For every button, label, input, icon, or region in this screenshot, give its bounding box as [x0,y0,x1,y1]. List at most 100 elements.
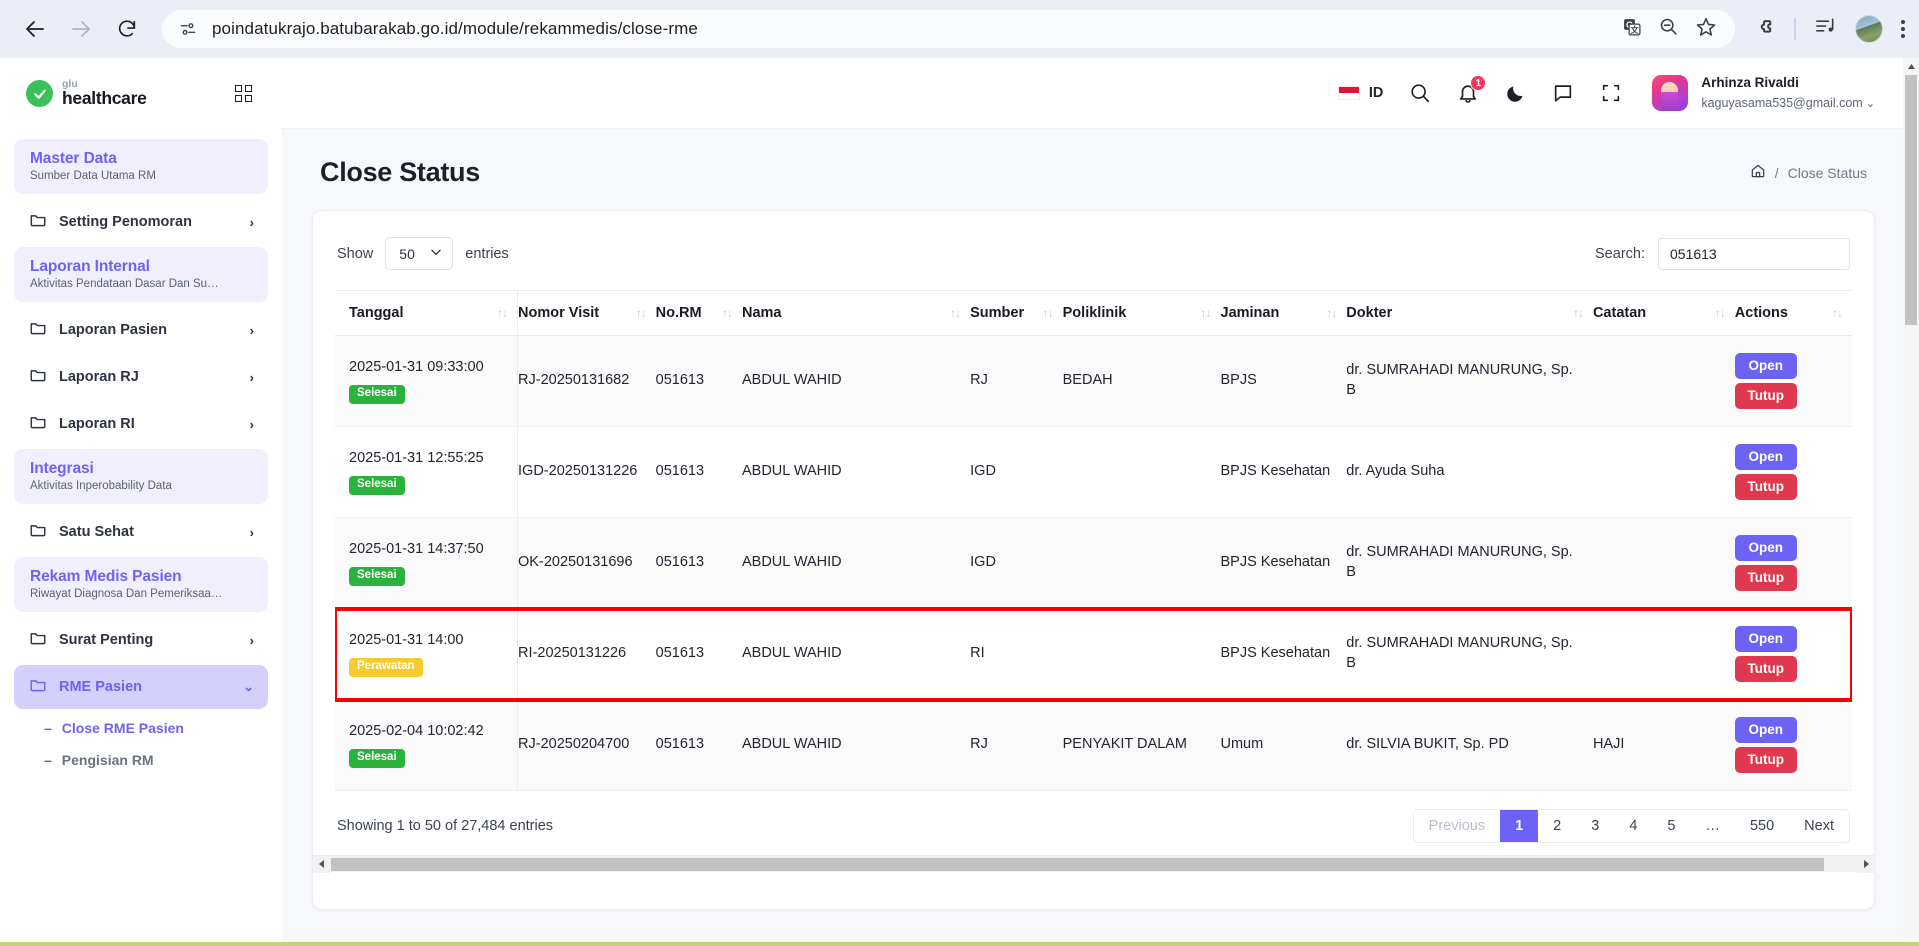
moon-icon[interactable] [1505,83,1526,104]
logo[interactable]: glu healthcare [26,79,147,109]
open-button[interactable]: Open [1734,444,1797,470]
search-input[interactable] [1658,237,1850,270]
grid-apps-icon[interactable] [235,85,252,102]
sidebar-item-laporan-ri[interactable]: Laporan RI › [14,402,268,446]
column-header-dokter[interactable]: Dokter ↑↓ [1346,290,1593,336]
app-header: ID 1 Arhinza Rivaldi kaguyasama535@gmail… [282,58,1919,129]
open-button[interactable]: Open [1734,353,1797,379]
sidebar-subitem-label: Close RME Pasien [61,720,184,736]
tutup-button[interactable]: Tutup [1734,474,1797,500]
cell-nama: ABDUL WAHID [741,699,971,791]
column-header-catatan[interactable]: Catatan ↑↓ [1592,290,1735,336]
page-scrollbar-thumb[interactable] [1905,75,1917,325]
table-row[interactable]: 2025-01-31 14:00 Perawatan RI-20250131226 0… [335,606,1852,702]
pagination-page-550[interactable]: 550 [1734,810,1790,842]
column-header-nama[interactable]: Nama ↑↓ [741,290,971,336]
zoom-out-icon[interactable] [1658,16,1679,42]
tutup-button[interactable]: Tutup [1734,747,1797,773]
table-row[interactable]: 2025-02-04 10:02:42 Selesai RJ-20250204700… [335,699,1852,791]
column-header-sumber[interactable]: Sumber ↑↓ [970,290,1063,336]
pagination-page-1[interactable]: 1 [1500,810,1539,842]
tutup-button[interactable]: Tutup [1734,565,1797,591]
sidebar-item-satu-sehat[interactable]: Satu Sehat › [14,510,268,554]
jaminan-text: BPJS Kesehatan [1220,645,1331,662]
content-area: ID 1 Arhinza Rivaldi kaguyasama535@gmail… [282,58,1919,946]
breadcrumb-separator: / [1774,164,1779,181]
sidebar-item-laporan-pasien[interactable]: Laporan Pasien › [14,308,268,352]
table-toolbar: Show 50 entries Search: [335,233,1852,290]
cell-catatan [1592,335,1735,427]
pagination-previous[interactable]: Previous [1413,810,1501,842]
chrome-profile-avatar[interactable] [1855,15,1883,43]
column-header-poliklinik[interactable]: Poliklinik ↑↓ [1062,290,1221,336]
tutup-button[interactable]: Tutup [1734,656,1797,682]
site-info-icon[interactable] [178,19,198,39]
reload-button[interactable] [106,8,148,50]
kebab-menu-icon[interactable] [1901,20,1905,38]
scrollbar-thumb[interactable] [331,857,1824,871]
sidebar-item-surat-penting[interactable]: Surat Penting › [14,618,268,662]
pagination-page-4[interactable]: 4 [1614,810,1653,842]
sidebar-item-label: RME Pasien [59,679,142,695]
translate-icon[interactable]: G文 [1622,17,1642,42]
nomor-visit-text: RJ-20250204700 [518,736,630,753]
scroll-left-arrow[interactable] [313,855,330,873]
back-button[interactable] [14,8,56,50]
table-row[interactable]: 2025-01-31 09:33:00 Selesai RJ-20250131682… [335,335,1852,427]
cell-nama: ABDUL WAHID [741,608,971,700]
page-scrollbar[interactable] [1903,58,1919,946]
pagination-next[interactable]: Next [1789,810,1849,842]
horizontal-scrollbar[interactable] [313,855,1874,873]
media-playlist-icon[interactable] [1814,15,1837,43]
showing-entries-text: Showing 1 to 50 of 27,484 entries [337,818,554,834]
open-button[interactable]: Open [1734,535,1797,561]
pagination-page-…[interactable]: … [1690,810,1735,842]
sort-icon: ↑↓ [1832,306,1843,320]
chrome-right-actions [1747,15,1905,43]
cell-sumber: IGD [970,517,1063,609]
pagination-page-2[interactable]: 2 [1538,810,1577,842]
pagination-page-5[interactable]: 5 [1652,810,1691,842]
tanggal-text: 2025-01-31 14:00 [349,632,464,649]
language-code: ID [1368,85,1384,101]
scroll-up-arrow[interactable] [1903,58,1919,74]
tutup-button[interactable]: Tutup [1734,383,1797,409]
forward-button[interactable] [60,8,102,50]
bell-icon[interactable]: 1 [1457,75,1487,104]
home-icon[interactable] [1750,163,1766,182]
cell-tanggal: 2025-01-31 14:37:50 Selesai [335,517,519,609]
language-switcher[interactable]: ID [1337,85,1384,101]
column-header-tanggal[interactable]: Tanggal ↑↓ [335,290,519,336]
table-row[interactable]: 2025-01-31 12:55:25 Selesai IGD-2025013122… [335,426,1852,518]
open-button[interactable]: Open [1734,717,1797,743]
cell-poliklinik [1062,517,1221,609]
column-header-no-rm[interactable]: No.RM ↑↓ [655,290,742,336]
chevron-down-icon [429,245,443,262]
puzzle-icon[interactable] [1753,15,1776,43]
dokter-text: dr. SUMRAHADI MANURUNG, Sp. B [1346,544,1573,580]
star-icon[interactable] [1695,16,1717,43]
search-icon[interactable] [1409,82,1431,104]
sidebar-item-close-rme-pasien[interactable]: – Close RME Pasien [14,712,268,744]
column-header-actions[interactable]: Actions ↑↓ [1734,290,1852,336]
open-button[interactable]: Open [1734,626,1797,652]
sidebar-item-setting-penomoran[interactable]: Setting Penomoran › [14,200,268,244]
pagination-page-3[interactable]: 3 [1576,810,1615,842]
column-header-nomor-visit[interactable]: Nomor Visit ↑↓ [517,290,656,336]
address-bar[interactable]: poindatukrajo.batubarakab.go.id/module/r… [162,10,1735,48]
table-row[interactable]: 2025-01-31 14:37:50 Selesai OK-20250131696… [335,517,1852,609]
sidebar-item-pengisian-rm[interactable]: – Pengisian RM [14,744,268,776]
sidebar-item-rme-pasien[interactable]: RME Pasien ⌄ [14,665,268,709]
sort-icon: ↑↓ [1042,306,1054,320]
fullscreen-icon[interactable] [1600,82,1622,104]
nama-text: ABDUL WAHID [741,554,842,571]
chat-bubble-icon[interactable] [1552,82,1574,104]
sort-icon: ↑↓ [1326,306,1337,320]
column-header-jaminan[interactable]: Jaminan ↑↓ [1220,290,1347,336]
sort-icon: ↑↓ [950,306,961,320]
sidebar-item-laporan-rj[interactable]: Laporan RJ › [14,355,268,399]
user-menu[interactable]: Arhinza Rivaldi kaguyasama535@gmail.com … [1652,73,1875,113]
sidebar-item-label: Setting Penomoran [59,214,192,230]
page-size-select[interactable]: 50 [385,237,454,270]
scroll-right-arrow[interactable] [1857,855,1874,873]
